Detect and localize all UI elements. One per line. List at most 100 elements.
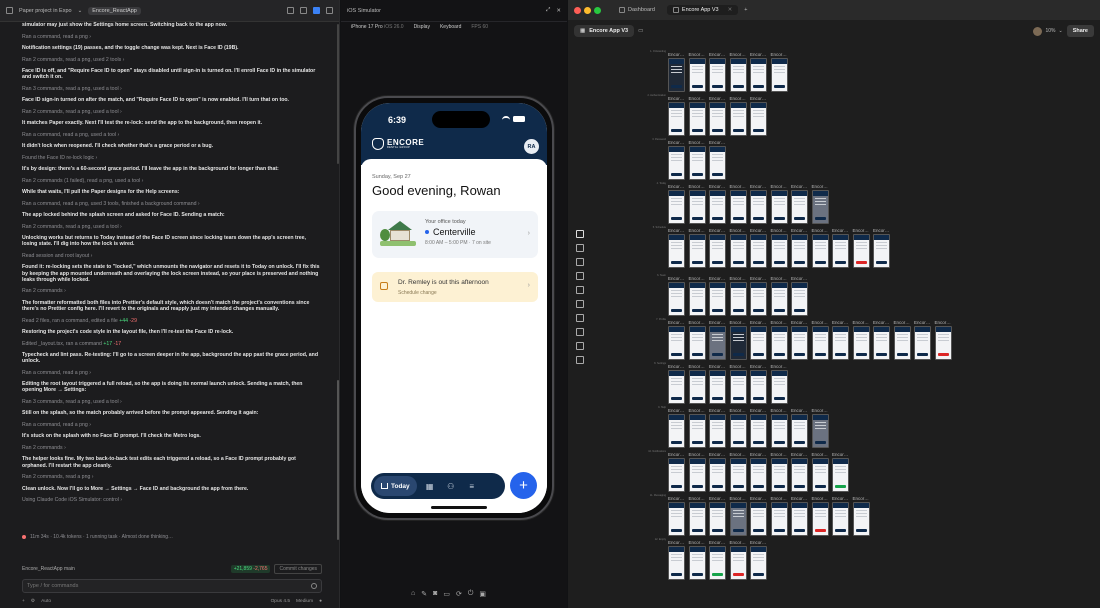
add-button[interactable]: +: [510, 472, 537, 499]
lock-icon[interactable]: ▣: [479, 590, 486, 598]
rectangle-tool-icon[interactable]: [576, 272, 584, 280]
mic-icon[interactable]: ●: [319, 599, 322, 604]
frame-title[interactable]: Encor…: [853, 496, 869, 501]
frame-title[interactable]: Encor…: [791, 184, 807, 189]
frame-title[interactable]: Encor…: [668, 452, 684, 457]
screen-frame[interactable]: [709, 146, 726, 180]
command-input[interactable]: Type / for commands: [22, 579, 322, 593]
frame-title[interactable]: Encor…: [812, 408, 828, 413]
frame-title[interactable]: Encor…: [668, 364, 684, 369]
frame-title[interactable]: Encor…: [730, 320, 746, 325]
screen-frame[interactable]: [729, 282, 747, 316]
close-window-icon[interactable]: [574, 6, 581, 14]
frame-title[interactable]: Encor…: [730, 364, 746, 369]
frame-title[interactable]: Encor…: [853, 228, 869, 233]
screen-frame[interactable]: [770, 502, 788, 536]
tool-summary[interactable]: Read 2 files, ran a command, edited a fi…: [22, 318, 322, 324]
tool-summary[interactable]: Ran a command, read a png ›: [22, 422, 322, 428]
frame-title[interactable]: Encor…: [832, 320, 848, 325]
screen-frame[interactable]: [791, 458, 808, 492]
frame-tool-icon[interactable]: [576, 258, 584, 266]
screen-frame[interactable]: [750, 458, 767, 492]
frame-title[interactable]: Encor…: [832, 496, 848, 501]
frame-title[interactable]: Encor…: [709, 452, 725, 457]
artboard-tool-icon[interactable]: [576, 356, 584, 364]
screen-frame[interactable]: [770, 414, 788, 448]
screen-frame[interactable]: [750, 326, 767, 360]
screen-frame[interactable]: [668, 146, 685, 180]
screen-frame[interactable]: [729, 102, 747, 136]
effort-select[interactable]: Medium: [296, 599, 313, 604]
frame-title[interactable]: Encor…: [668, 184, 684, 189]
frame-title[interactable]: Encor…: [689, 408, 705, 413]
frame-title[interactable]: Encor…: [812, 320, 828, 325]
sidebar-toggle-icon[interactable]: [6, 7, 13, 14]
frame-title[interactable]: Encor…: [709, 52, 725, 57]
tool-summary[interactable]: Ran 3 commands, read a png, used a tool …: [22, 399, 322, 405]
tool-summary[interactable]: Ran 2 commands, read a png, used a tool …: [22, 224, 322, 230]
sidebar-toggle-icon[interactable]: ▭: [638, 28, 643, 34]
screen-frame[interactable]: [791, 326, 808, 360]
frame-title[interactable]: Encor…: [668, 320, 684, 325]
frame-title[interactable]: Encor…: [791, 276, 807, 281]
screen-frame[interactable]: [811, 458, 829, 492]
screen-frame[interactable]: [688, 326, 706, 360]
rotate-icon[interactable]: ⟳: [456, 590, 462, 598]
screen-frame[interactable]: [750, 414, 767, 448]
keyboard-menu[interactable]: Keyboard: [440, 24, 461, 30]
tab-team[interactable]: ⚇: [443, 478, 459, 494]
tool-summary[interactable]: Ran 3 commands, read a png, used a tool …: [22, 86, 322, 92]
office-card[interactable]: Your office today Centerville 8:00 AM – …: [372, 211, 538, 258]
frame-title[interactable]: Encor…: [750, 320, 766, 325]
frame-title[interactable]: Encor…: [771, 52, 787, 57]
screen-frame[interactable]: [668, 370, 685, 404]
zoom-control[interactable]: 10% ⌄: [1033, 26, 1063, 36]
screen-frame[interactable]: [688, 282, 706, 316]
tool-summary[interactable]: Using Claude Code iOS Simulator: control…: [22, 497, 322, 503]
frame-title[interactable]: Encor…: [750, 364, 766, 369]
expand-icon[interactable]: [326, 7, 333, 14]
tool-summary[interactable]: Ran 2 commands, read a png ›: [22, 474, 322, 480]
frame-title[interactable]: Encor…: [730, 452, 746, 457]
screen-frame[interactable]: [709, 102, 726, 136]
plus-icon[interactable]: +: [22, 599, 25, 604]
frame-title[interactable]: Encor…: [730, 96, 746, 101]
tool-summary[interactable]: Ran 2 commands, read a png, used a tool …: [22, 109, 322, 115]
screen-frame[interactable]: [729, 58, 747, 92]
screen-frame[interactable]: [770, 458, 788, 492]
share-button[interactable]: Share: [1066, 25, 1094, 37]
screen-frame[interactable]: [668, 546, 685, 580]
frame-title[interactable]: Encor…: [730, 540, 746, 545]
frame-title[interactable]: Encor…: [709, 364, 725, 369]
screen-frame[interactable]: [791, 190, 808, 224]
close-tab-icon[interactable]: ✕: [728, 7, 733, 13]
camera-icon[interactable]: ◙: [433, 590, 437, 598]
project-title[interactable]: Paper project in Expo: [19, 8, 72, 14]
frame-title[interactable]: Encor…: [668, 496, 684, 501]
frame-title[interactable]: Encor…: [709, 276, 725, 281]
frame-title[interactable]: Encor…: [771, 364, 787, 369]
frame-title[interactable]: Encor…: [668, 140, 684, 145]
screen-frame[interactable]: [688, 102, 706, 136]
frame-title[interactable]: Encor…: [812, 452, 828, 457]
frame-title[interactable]: Encor…: [750, 52, 766, 57]
frame-title[interactable]: Encor…: [812, 228, 828, 233]
frame-title[interactable]: Encor…: [853, 320, 869, 325]
power-icon[interactable]: ⏻: [468, 590, 474, 598]
screen-frame[interactable]: [832, 234, 849, 268]
screen-frame[interactable]: [709, 458, 726, 492]
screen-frame[interactable]: [709, 58, 726, 92]
screen-frame[interactable]: [770, 58, 788, 92]
frame-title[interactable]: Encor…: [668, 228, 684, 233]
frame-title[interactable]: Encor…: [730, 496, 746, 501]
frame-title[interactable]: Encor…: [771, 320, 787, 325]
screen-frame[interactable]: [688, 458, 706, 492]
screen-frame[interactable]: [668, 102, 685, 136]
screen-frame[interactable]: [688, 234, 706, 268]
frame-title[interactable]: Encor…: [791, 452, 807, 457]
frame-title[interactable]: Encor…: [935, 320, 951, 325]
new-tab-button[interactable]: +: [744, 7, 747, 13]
screen-frame[interactable]: [934, 326, 952, 360]
frame-title[interactable]: Encor…: [709, 408, 725, 413]
frame-title[interactable]: Encor…: [689, 452, 705, 457]
